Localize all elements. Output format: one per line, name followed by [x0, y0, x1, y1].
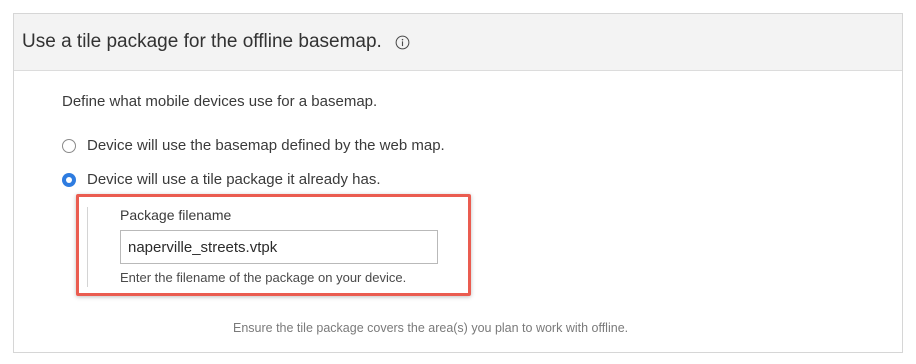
panel-header: Use a tile package for the offline basem…	[14, 14, 902, 71]
highlight-annotation	[76, 194, 471, 296]
panel-title: Use a tile package for the offline basem…	[22, 31, 382, 52]
option-label: Device will use a tile package it alread…	[87, 171, 381, 188]
option-tile-package[interactable]: Device will use a tile package it alread…	[62, 171, 380, 188]
radio-button-checked[interactable]	[62, 172, 76, 187]
option-web-map-basemap[interactable]: Device will use the basemap defined by t…	[62, 137, 445, 154]
radio-button-unchecked[interactable]	[62, 138, 76, 153]
offline-basemap-panel: Use a tile package for the offline basem…	[13, 13, 903, 353]
footer-note: Ensure the tile package covers the area(…	[233, 321, 629, 335]
info-icon[interactable]	[395, 34, 411, 50]
basemap-description: Define what mobile devices use for a bas…	[62, 93, 378, 110]
option-label: Device will use the basemap defined by t…	[87, 137, 445, 154]
